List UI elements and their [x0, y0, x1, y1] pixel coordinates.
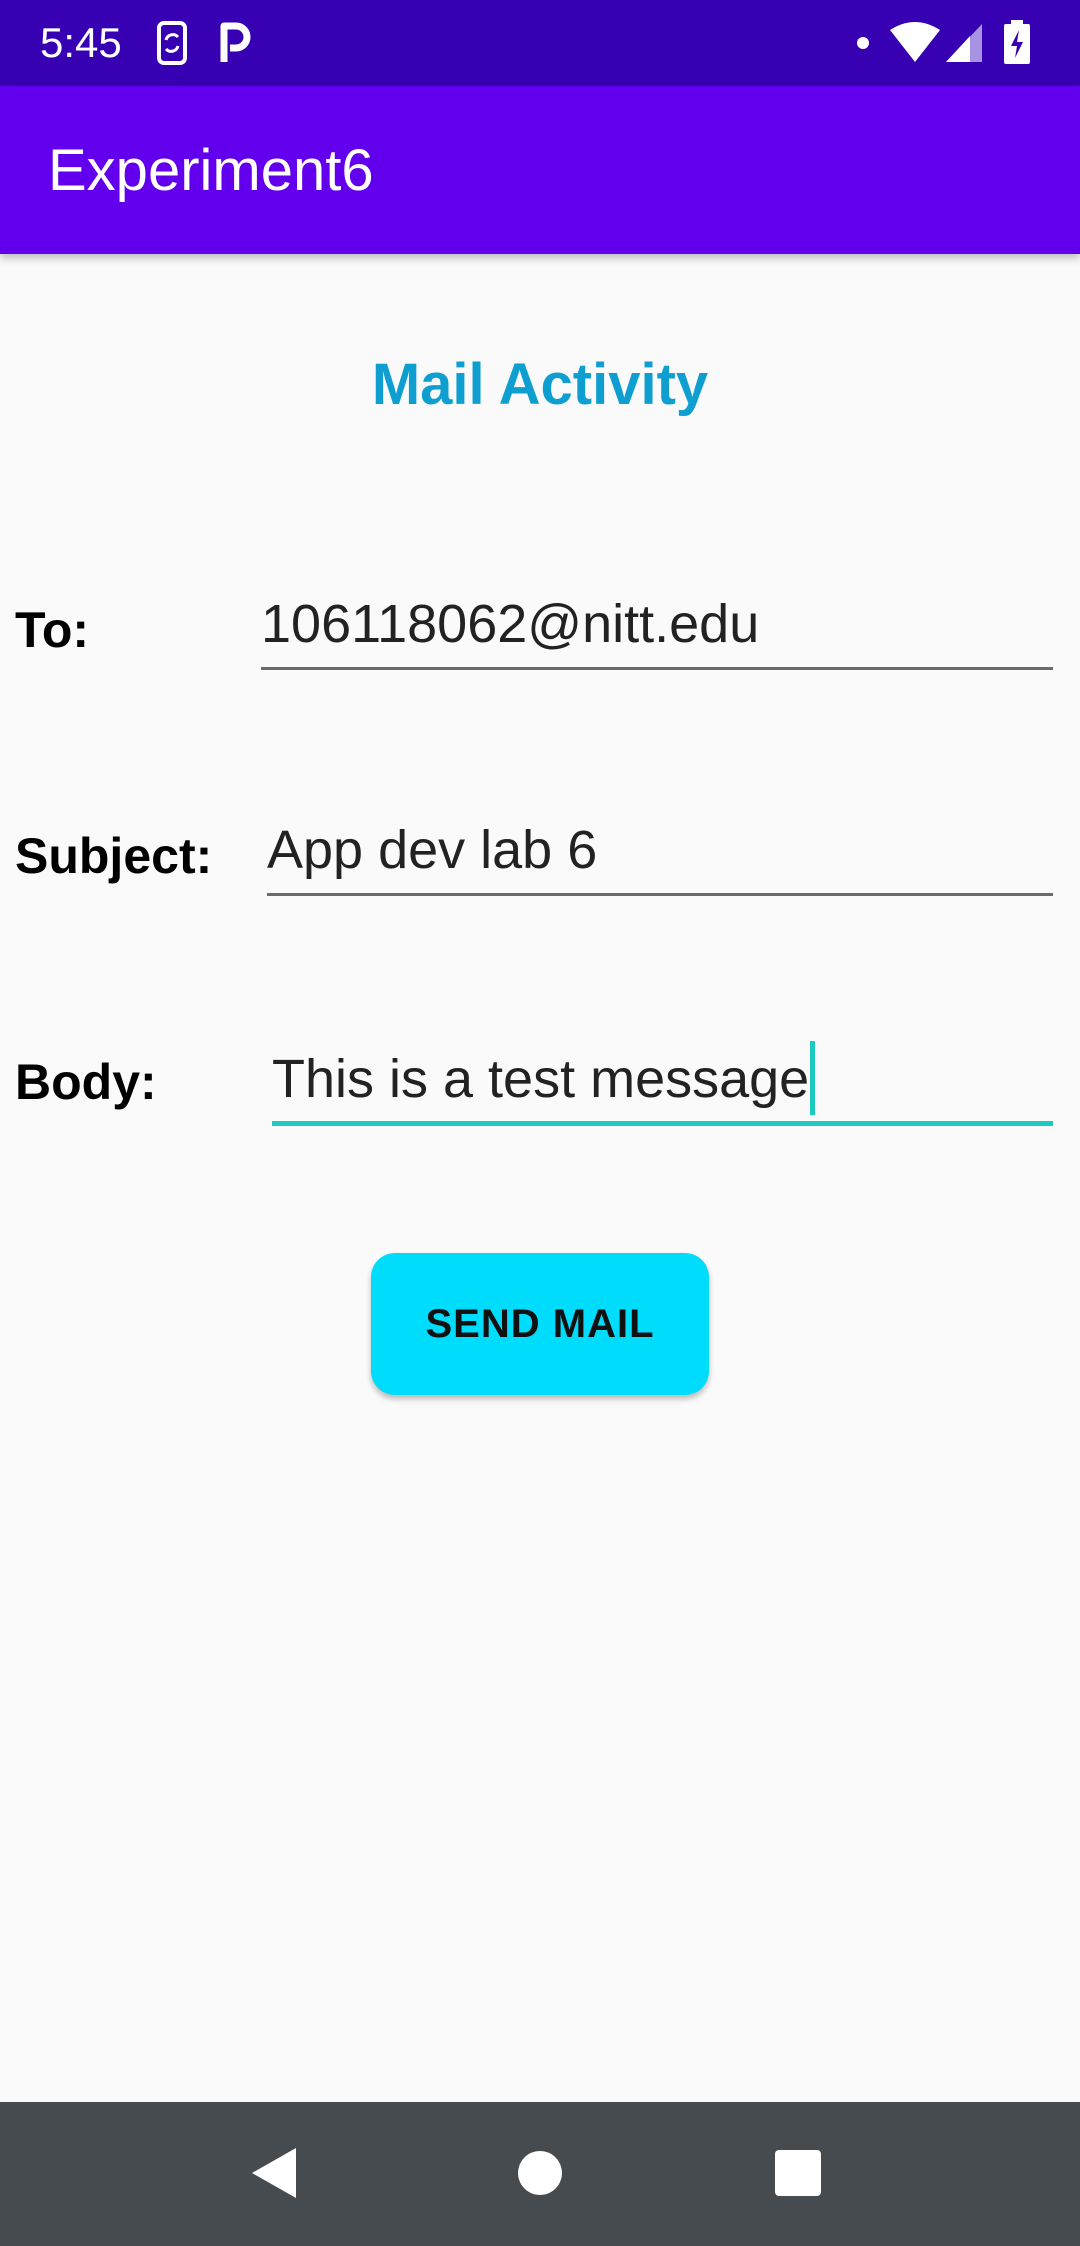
navigation-bar: [0, 2102, 1080, 2246]
body-field[interactable]: [272, 1036, 1053, 1126]
parking-app-icon: [220, 22, 251, 62]
battery-charging-icon: [1004, 20, 1030, 64]
to-field[interactable]: [261, 580, 1053, 670]
home-icon[interactable]: [517, 2150, 563, 2196]
notification-dot-icon: [857, 37, 869, 49]
page-title: Mail Activity: [371, 352, 709, 417]
subject-field[interactable]: [267, 806, 1053, 896]
to-label: To:: [15, 602, 90, 658]
phone-sync-icon: [157, 21, 187, 65]
send-mail-button[interactable]: SEND MAIL: [371, 1253, 709, 1395]
back-icon[interactable]: [250, 2146, 298, 2200]
status-time: 5:45: [40, 19, 122, 66]
text-cursor: [810, 1041, 815, 1115]
recents-icon[interactable]: [775, 2150, 821, 2196]
subject-label: Subject:: [15, 828, 213, 884]
wifi-icon: [890, 22, 940, 62]
body-label: Body:: [15, 1054, 157, 1110]
status-bar: 5:45: [0, 0, 1080, 86]
cell-signal-icon: [946, 24, 982, 62]
app-title: Experiment6: [48, 138, 374, 203]
app-bar: Experiment6: [0, 86, 1080, 254]
